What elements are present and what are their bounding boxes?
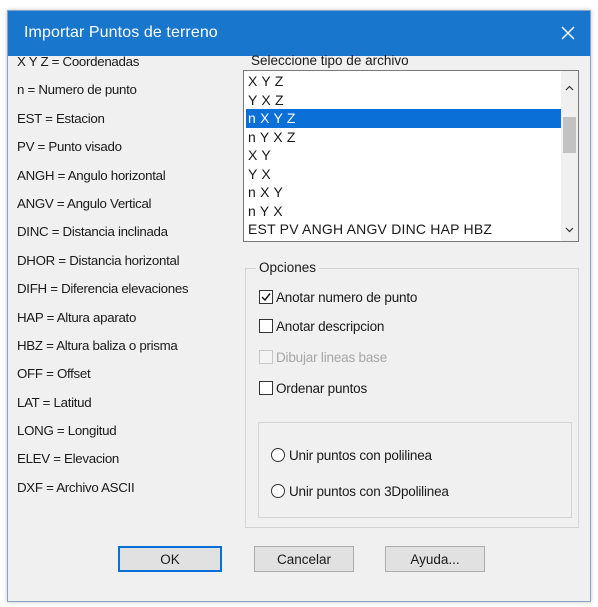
checkbox-box[interactable] bbox=[259, 319, 273, 333]
legend-item: DXF = Archivo ASCII bbox=[17, 479, 135, 495]
file-type-items: X Y Z Y X Z n X Y Z n Y X Z X Y Y X n X … bbox=[246, 72, 562, 239]
legend-item: OFF = Offset bbox=[17, 366, 91, 382]
unir-polilinea-radio[interactable]: Unir puntos con polilinea bbox=[271, 445, 432, 465]
close-button[interactable] bbox=[550, 13, 586, 53]
chevron-down-icon bbox=[565, 227, 574, 232]
ok-button[interactable]: OK bbox=[118, 546, 222, 572]
file-type-option[interactable]: n Y X Z bbox=[246, 128, 562, 147]
file-type-label: Seleccione tipo de archivo bbox=[251, 53, 409, 68]
file-type-option[interactable]: Y X Z bbox=[246, 91, 562, 110]
unir-3dpolilinea-radio[interactable]: Unir puntos con 3Dpolilinea bbox=[271, 481, 449, 501]
dibujar-lineas-checkbox: Dibujar lineas base bbox=[259, 348, 387, 366]
file-type-option[interactable]: X Y bbox=[246, 146, 562, 165]
anotar-numero-checkbox[interactable]: Anotar numero de punto bbox=[259, 288, 417, 306]
dialog-title: Importar Puntos de terreno bbox=[24, 24, 218, 41]
legend-item: ELEV = Elevacion bbox=[17, 451, 120, 467]
legend-item: ANGV = Angulo Vertical bbox=[17, 195, 152, 211]
legend-item: EST = Estacion bbox=[17, 110, 105, 126]
cancel-button[interactable]: Cancelar bbox=[254, 546, 354, 572]
radio-circle[interactable] bbox=[271, 484, 285, 498]
checkbox-box[interactable] bbox=[259, 290, 273, 304]
legend-item: DIFH = Diferencia elevaciones bbox=[17, 281, 189, 297]
file-type-option[interactable]: EST PV ANGH ANGV DINC HAP HBZ bbox=[246, 220, 562, 239]
listbox-scrollbar[interactable] bbox=[561, 71, 578, 241]
file-type-option[interactable]: n X Y bbox=[246, 183, 562, 202]
legend-item: X Y Z = Coordenadas bbox=[17, 54, 140, 69]
legend-item: HBZ = Altura baliza o prisma bbox=[17, 337, 178, 353]
scroll-down-button[interactable] bbox=[561, 221, 578, 238]
radio-label: Unir puntos con 3Dpolilinea bbox=[289, 483, 449, 499]
checkbox-box[interactable] bbox=[259, 381, 273, 395]
file-type-listbox[interactable]: X Y Z Y X Z n X Y Z n Y X Z X Y Y X n X … bbox=[243, 70, 579, 242]
checkbox-label: Ordenar puntos bbox=[276, 380, 368, 396]
scroll-up-button[interactable] bbox=[561, 79, 578, 96]
scrollbar-thumb[interactable] bbox=[563, 117, 576, 153]
file-type-option-selected[interactable]: n X Y Z bbox=[246, 109, 562, 128]
checkmark-icon bbox=[261, 293, 271, 302]
file-type-option[interactable]: X Y Z bbox=[246, 72, 562, 91]
checkbox-label: Dibujar lineas base bbox=[276, 349, 388, 365]
checkbox-box bbox=[259, 350, 273, 364]
checkbox-label: Anotar numero de punto bbox=[276, 289, 418, 305]
title-bar[interactable]: Importar Puntos de terreno bbox=[8, 11, 590, 56]
file-type-option[interactable]: n Y X bbox=[246, 202, 562, 221]
abbreviation-legend: X Y Z = Coordenadas n = Numero de punto … bbox=[17, 54, 242, 508]
legend-item: LONG = Longitud bbox=[17, 423, 117, 439]
file-type-option[interactable]: Y X bbox=[246, 165, 562, 184]
legend-item: PV = Punto visado bbox=[17, 139, 122, 155]
legend-item: DHOR = Distancia horizontal bbox=[17, 252, 180, 268]
radio-label: Unir puntos con polilinea bbox=[289, 447, 432, 463]
anotar-descripcion-checkbox[interactable]: Anotar descripcion bbox=[259, 317, 384, 335]
help-button[interactable]: Ayuda... bbox=[385, 546, 485, 572]
ordenar-puntos-checkbox[interactable]: Ordenar puntos bbox=[259, 379, 367, 397]
close-icon bbox=[561, 26, 575, 40]
legend-item: LAT = Latitud bbox=[17, 394, 92, 410]
checkbox-label: Anotar descripcion bbox=[276, 318, 385, 334]
chevron-up-icon bbox=[565, 85, 574, 90]
radio-circle[interactable] bbox=[271, 448, 285, 462]
options-group-label: Opciones bbox=[256, 260, 320, 275]
legend-item: HAP = Altura aparato bbox=[17, 309, 137, 325]
polyline-group bbox=[258, 422, 572, 518]
legend-item: n = Numero de punto bbox=[17, 82, 137, 98]
legend-item: ANGH = Angulo horizontal bbox=[17, 167, 166, 183]
legend-item: DINC = Distancia inclinada bbox=[17, 224, 168, 240]
